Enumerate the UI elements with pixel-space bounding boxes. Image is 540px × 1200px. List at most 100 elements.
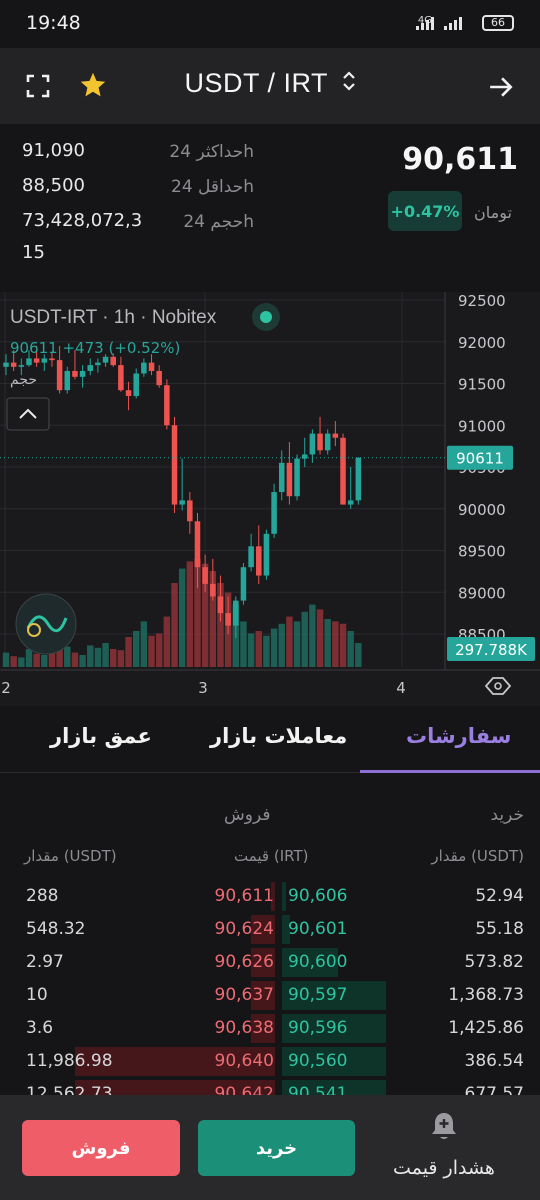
volume-bar	[132, 631, 140, 667]
candle-body	[278, 462, 285, 493]
candle-body	[187, 500, 193, 522]
candle-body	[95, 362, 101, 366]
sell-amount: 12,562.73	[26, 1084, 113, 1095]
volume-bar	[278, 623, 285, 667]
volume-bar	[324, 619, 331, 667]
pair-selector[interactable]: USDT / IRT	[0, 68, 540, 100]
orderbook-row[interactable]: 11,986.98 90,640 90,560 386.54	[0, 1045, 540, 1078]
candle-body	[340, 437, 346, 505]
candle-body	[49, 358, 55, 361]
volume-bar	[293, 621, 301, 667]
volume-bar	[18, 657, 25, 667]
buy-title: خرید	[490, 805, 524, 825]
candle-body	[56, 360, 63, 391]
status-time: 19:48	[26, 12, 81, 34]
tab-bar: سفارشات معاملات بازار عمق بازار	[0, 706, 540, 772]
sell-title: فروش	[224, 805, 271, 825]
candle-body	[347, 500, 354, 505]
orderbook-row[interactable]: 12,562.73 90,642 90,541 677.57	[0, 1078, 540, 1095]
volume-bar	[332, 621, 339, 667]
volume-bar	[186, 561, 194, 667]
battery-icon: 66	[482, 15, 514, 31]
arrow-right-icon[interactable]	[486, 72, 516, 102]
candle-body	[18, 365, 25, 367]
volume-bar	[125, 637, 132, 667]
volume-bar	[309, 604, 316, 667]
chart-logo-icon	[15, 593, 77, 655]
volume-bar	[25, 649, 33, 667]
tab-market-trades[interactable]: معاملات بازار	[210, 724, 347, 748]
order-book: فروش خرید مقدار (USDT) قیمت (IRT) مقدار …	[0, 773, 540, 1095]
currency-label: تومان	[474, 203, 512, 222]
y-tick-label: 91500	[458, 376, 506, 394]
volume-bar	[355, 643, 362, 667]
volume-bar	[140, 621, 148, 667]
candle-body	[3, 362, 9, 367]
candle-body	[225, 613, 231, 626]
candle-body	[355, 457, 362, 501]
price-alert-button[interactable]: هشدار قیمت	[380, 1107, 508, 1187]
chart-settings-icon-center	[494, 682, 502, 690]
volume-bar	[178, 568, 186, 667]
buy-price: 90,606	[288, 886, 348, 906]
buy-amount: 55.18	[475, 919, 524, 939]
sell-amount: 3.6	[26, 1018, 54, 1038]
price-alert-label: هشدار قیمت	[393, 1157, 495, 1179]
candle-body	[332, 433, 339, 438]
orderbook-row[interactable]: 10 90,637 90,597 1,368.73	[0, 979, 540, 1012]
chart-settings-icon	[484, 677, 512, 695]
candle-body	[263, 533, 270, 576]
sell-price: 90,638	[214, 1018, 274, 1038]
orderbook-row[interactable]: 288 90,611 90,606 52.94	[0, 880, 540, 913]
volume-bar	[110, 649, 117, 667]
candle-body	[148, 362, 155, 371]
tab-orders[interactable]: سفارشات	[406, 724, 511, 748]
buy-price: 90,600	[288, 952, 348, 972]
volume-bar	[94, 647, 102, 667]
y-tick-label: 91000	[458, 417, 506, 435]
candle-body	[202, 567, 208, 584]
collapse-legend-button	[6, 397, 50, 431]
sell-button[interactable]: فروش	[22, 1120, 180, 1176]
candle-body	[171, 425, 178, 505]
volume-bar	[79, 655, 86, 667]
bid-depth-bar	[282, 882, 286, 911]
candle-body	[72, 370, 78, 377]
orderbook-row[interactable]: 3.6 90,638 90,596 1,425.86	[0, 1012, 540, 1045]
y-tick-label: 89500	[458, 543, 506, 561]
chart-volume-label: حجم	[10, 372, 37, 388]
tab-market-depth[interactable]: عمق بازار	[50, 724, 152, 748]
candle-body	[10, 362, 17, 367]
volume-24h-value-cont: 15	[22, 242, 45, 263]
sell-price: 90,637	[214, 985, 274, 1005]
buy-price: 90,541	[288, 1084, 348, 1095]
top-bar: USDT / IRT	[0, 48, 540, 124]
volume-bar	[148, 635, 155, 667]
volume-bar	[87, 645, 94, 667]
last-price: 90,611	[402, 142, 518, 177]
volume-bar	[347, 631, 354, 667]
buy-button[interactable]: خرید	[198, 1120, 355, 1176]
low-24h-value: 88,500	[22, 175, 85, 196]
volume-24h-label: حجم 24h	[183, 212, 254, 232]
bottom-action-bar: فروش خرید هشدار قیمت	[0, 1095, 540, 1200]
pair-title: USDT / IRT	[184, 68, 328, 98]
volume-bar	[316, 609, 324, 667]
candle-body	[125, 390, 132, 397]
candle-body	[164, 385, 170, 426]
signal-icon-2	[444, 16, 462, 30]
volume-bar	[263, 635, 270, 667]
candle-body	[79, 370, 86, 377]
volume-bar	[163, 616, 171, 667]
price-chart[interactable]: 9250092000915009100090500900008950089000…	[0, 292, 540, 706]
orderbook-row[interactable]: 2.97 90,626 90,600 573.82	[0, 946, 540, 979]
y-tick-label: 89000	[458, 584, 506, 602]
signal-icon	[416, 16, 434, 30]
candle-body	[240, 567, 247, 601]
orderbook-row[interactable]: 548.32 90,624 90,601 55.18	[0, 913, 540, 946]
high-24h-value: 91,090	[22, 140, 85, 161]
col-price: قیمت (IRT)	[234, 847, 309, 865]
candlestick-chart[interactable]: 9250092000915009100090500900008950089000…	[0, 292, 540, 706]
volume-bar	[41, 655, 48, 667]
candle-body	[294, 458, 300, 497]
